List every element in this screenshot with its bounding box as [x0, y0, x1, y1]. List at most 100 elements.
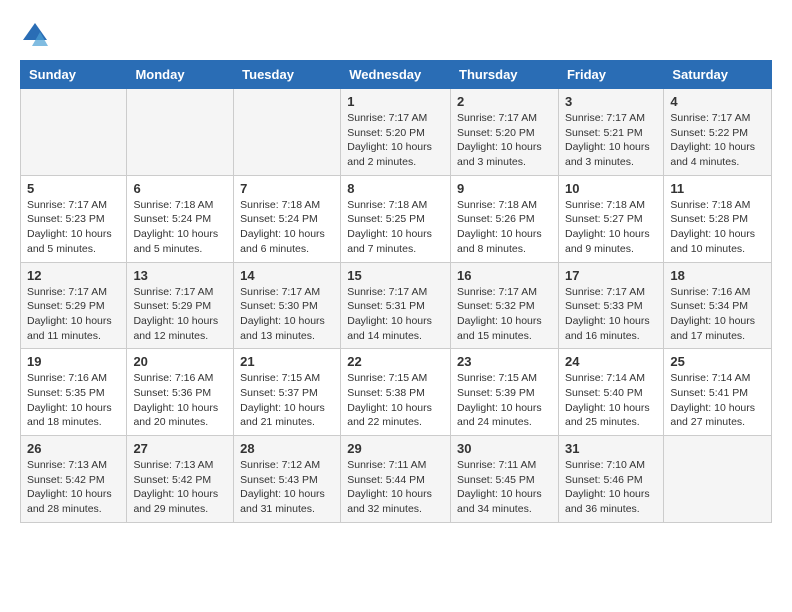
calendar-cell: 28 Sunrise: 7:12 AM Sunset: 5:43 PM Dayli… [234, 436, 341, 523]
calendar-cell: 15 Sunrise: 7:17 AM Sunset: 5:31 PM Dayli… [341, 262, 451, 349]
day-number: 15 [347, 268, 444, 283]
day-number: 3 [565, 94, 657, 109]
day-detail: Sunrise: 7:11 AM Sunset: 5:44 PM Dayligh… [347, 458, 444, 517]
day-number: 27 [133, 441, 227, 456]
calendar-cell: 8 Sunrise: 7:18 AM Sunset: 5:25 PM Daylig… [341, 175, 451, 262]
day-number: 19 [27, 354, 120, 369]
calendar-cell: 25 Sunrise: 7:14 AM Sunset: 5:41 PM Dayli… [664, 349, 772, 436]
calendar-cell: 29 Sunrise: 7:11 AM Sunset: 5:44 PM Dayli… [341, 436, 451, 523]
day-number: 23 [457, 354, 552, 369]
day-detail: Sunrise: 7:18 AM Sunset: 5:24 PM Dayligh… [240, 198, 334, 257]
calendar-week-row: 12 Sunrise: 7:17 AM Sunset: 5:29 PM Dayli… [21, 262, 772, 349]
day-detail: Sunrise: 7:16 AM Sunset: 5:36 PM Dayligh… [133, 371, 227, 430]
day-number: 17 [565, 268, 657, 283]
day-number: 9 [457, 181, 552, 196]
day-detail: Sunrise: 7:15 AM Sunset: 5:37 PM Dayligh… [240, 371, 334, 430]
day-detail: Sunrise: 7:13 AM Sunset: 5:42 PM Dayligh… [133, 458, 227, 517]
day-number: 28 [240, 441, 334, 456]
calendar-cell [127, 89, 234, 176]
calendar-cell: 21 Sunrise: 7:15 AM Sunset: 5:37 PM Dayli… [234, 349, 341, 436]
calendar-cell: 3Sunrise: 7:17 AM Sunset: 5:21 PM Daylig… [558, 89, 663, 176]
header-thursday: Thursday [451, 61, 559, 89]
day-detail: Sunrise: 7:17 AM Sunset: 5:33 PM Dayligh… [565, 285, 657, 344]
calendar-week-row: 26 Sunrise: 7:13 AM Sunset: 5:42 PM Dayli… [21, 436, 772, 523]
day-number: 29 [347, 441, 444, 456]
calendar-cell: 22 Sunrise: 7:15 AM Sunset: 5:38 PM Dayli… [341, 349, 451, 436]
day-detail: Sunrise: 7:17 AM Sunset: 5:29 PM Dayligh… [133, 285, 227, 344]
calendar-cell: 18 Sunrise: 7:16 AM Sunset: 5:34 PM Dayli… [664, 262, 772, 349]
calendar-cell: 10Sunrise: 7:18 AM Sunset: 5:27 PM Dayli… [558, 175, 663, 262]
day-detail: Sunrise: 7:12 AM Sunset: 5:43 PM Dayligh… [240, 458, 334, 517]
day-number: 22 [347, 354, 444, 369]
day-number: 12 [27, 268, 120, 283]
calendar-cell: 16 Sunrise: 7:17 AM Sunset: 5:32 PM Dayli… [451, 262, 559, 349]
header-sunday: Sunday [21, 61, 127, 89]
calendar-cell: 1 Sunrise: 7:17 AM Sunset: 5:20 PM Daylig… [341, 89, 451, 176]
calendar-cell: 30 Sunrise: 7:11 AM Sunset: 5:45 PM Dayli… [451, 436, 559, 523]
day-number: 18 [670, 268, 765, 283]
calendar-cell: 20 Sunrise: 7:16 AM Sunset: 5:36 PM Dayli… [127, 349, 234, 436]
day-number: 2 [457, 94, 552, 109]
day-detail: Sunrise: 7:11 AM Sunset: 5:45 PM Dayligh… [457, 458, 552, 517]
calendar-cell: 12 Sunrise: 7:17 AM Sunset: 5:29 PM Dayli… [21, 262, 127, 349]
day-detail: Sunrise: 7:18 AM Sunset: 5:28 PM Dayligh… [670, 198, 765, 257]
calendar-table: SundayMondayTuesdayWednesdayThursdayFrid… [20, 60, 772, 523]
calendar-cell: 6 Sunrise: 7:18 AM Sunset: 5:24 PM Daylig… [127, 175, 234, 262]
day-detail: Sunrise: 7:16 AM Sunset: 5:34 PM Dayligh… [670, 285, 765, 344]
calendar-cell: 13 Sunrise: 7:17 AM Sunset: 5:29 PM Dayli… [127, 262, 234, 349]
day-number: 4 [670, 94, 765, 109]
page-header [20, 20, 772, 50]
calendar-cell [234, 89, 341, 176]
day-detail: Sunrise: 7:14 AM Sunset: 5:40 PM Dayligh… [565, 371, 657, 430]
day-detail: Sunrise: 7:18 AM Sunset: 5:24 PM Dayligh… [133, 198, 227, 257]
calendar-week-row: 5 Sunrise: 7:17 AM Sunset: 5:23 PM Daylig… [21, 175, 772, 262]
day-detail: Sunrise: 7:16 AM Sunset: 5:35 PM Dayligh… [27, 371, 120, 430]
calendar-cell: 27 Sunrise: 7:13 AM Sunset: 5:42 PM Dayli… [127, 436, 234, 523]
day-detail: Sunrise: 7:13 AM Sunset: 5:42 PM Dayligh… [27, 458, 120, 517]
calendar-cell: 23 Sunrise: 7:15 AM Sunset: 5:39 PM Dayli… [451, 349, 559, 436]
day-detail: Sunrise: 7:15 AM Sunset: 5:38 PM Dayligh… [347, 371, 444, 430]
day-detail: Sunrise: 7:18 AM Sunset: 5:26 PM Dayligh… [457, 198, 552, 257]
header-friday: Friday [558, 61, 663, 89]
day-detail: Sunrise: 7:17 AM Sunset: 5:23 PM Dayligh… [27, 198, 120, 257]
day-number: 20 [133, 354, 227, 369]
calendar-cell: 19 Sunrise: 7:16 AM Sunset: 5:35 PM Dayli… [21, 349, 127, 436]
header-saturday: Saturday [664, 61, 772, 89]
day-number: 1 [347, 94, 444, 109]
header-tuesday: Tuesday [234, 61, 341, 89]
day-number: 24 [565, 354, 657, 369]
day-number: 26 [27, 441, 120, 456]
day-number: 13 [133, 268, 227, 283]
calendar-cell: 11 Sunrise: 7:18 AM Sunset: 5:28 PM Dayli… [664, 175, 772, 262]
calendar-cell: 24 Sunrise: 7:14 AM Sunset: 5:40 PM Dayli… [558, 349, 663, 436]
day-number: 6 [133, 181, 227, 196]
day-detail: Sunrise: 7:17 AM Sunset: 5:30 PM Dayligh… [240, 285, 334, 344]
day-detail: Sunrise: 7:15 AM Sunset: 5:39 PM Dayligh… [457, 371, 552, 430]
header-wednesday: Wednesday [341, 61, 451, 89]
calendar-cell: 2 Sunrise: 7:17 AM Sunset: 5:20 PM Daylig… [451, 89, 559, 176]
day-detail: Sunrise: 7:10 AM Sunset: 5:46 PM Dayligh… [565, 458, 657, 517]
calendar-cell [21, 89, 127, 176]
day-detail: Sunrise: 7:17 AM Sunset: 5:29 PM Dayligh… [27, 285, 120, 344]
day-number: 7 [240, 181, 334, 196]
day-detail: Sunrise: 7:14 AM Sunset: 5:41 PM Dayligh… [670, 371, 765, 430]
day-detail: Sunrise: 7:17 AM Sunset: 5:31 PM Dayligh… [347, 285, 444, 344]
logo-icon [20, 20, 50, 50]
day-number: 30 [457, 441, 552, 456]
day-number: 25 [670, 354, 765, 369]
calendar-week-row: 19 Sunrise: 7:16 AM Sunset: 5:35 PM Dayli… [21, 349, 772, 436]
day-number: 11 [670, 181, 765, 196]
calendar-cell: 9 Sunrise: 7:18 AM Sunset: 5:26 PM Daylig… [451, 175, 559, 262]
day-number: 16 [457, 268, 552, 283]
calendar-cell: 5 Sunrise: 7:17 AM Sunset: 5:23 PM Daylig… [21, 175, 127, 262]
day-detail: Sunrise: 7:18 AM Sunset: 5:25 PM Dayligh… [347, 198, 444, 257]
day-number: 14 [240, 268, 334, 283]
day-detail: Sunrise: 7:17 AM Sunset: 5:20 PM Dayligh… [347, 111, 444, 170]
calendar-week-row: 1 Sunrise: 7:17 AM Sunset: 5:20 PM Daylig… [21, 89, 772, 176]
day-number: 21 [240, 354, 334, 369]
day-number: 8 [347, 181, 444, 196]
day-number: 5 [27, 181, 120, 196]
day-detail: Sunrise: 7:17 AM Sunset: 5:20 PM Dayligh… [457, 111, 552, 170]
calendar-cell: 31Sunrise: 7:10 AM Sunset: 5:46 PM Dayli… [558, 436, 663, 523]
day-detail: Sunrise: 7:17 AM Sunset: 5:32 PM Dayligh… [457, 285, 552, 344]
